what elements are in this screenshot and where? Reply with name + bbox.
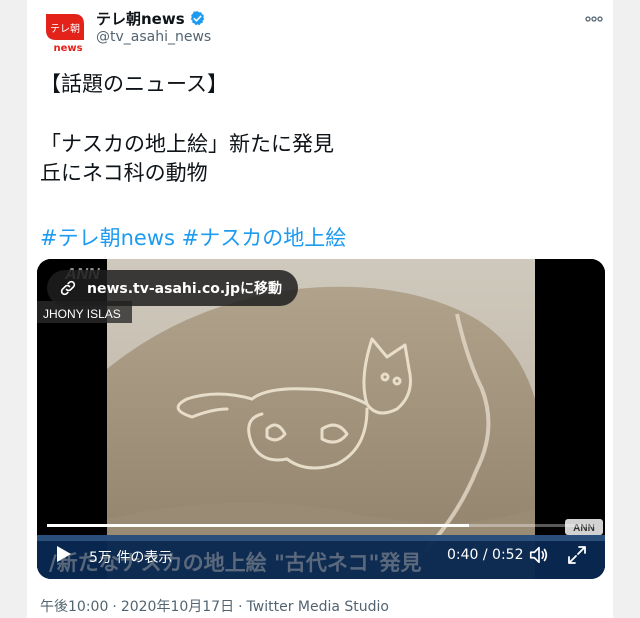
external-link-label: news.tv-asahi.co.jpに移動 (87, 281, 283, 297)
fullscreen-icon[interactable] (567, 545, 587, 565)
external-link-button[interactable]: news.tv-asahi.co.jpに移動 (47, 270, 299, 306)
avatar-text-bottom: news (53, 43, 82, 54)
verified-badge-icon (190, 11, 204, 26)
tweet-text-line-1: 【話題のニュース】 (40, 72, 228, 96)
author-display-name: テレ朝news (96, 10, 185, 28)
video-progress-fill (47, 524, 469, 527)
video-credit: JHONY ISLAS (43, 307, 121, 321)
avatar[interactable]: テレ朝 news (40, 8, 88, 56)
author-handle[interactable]: @tv_asahi_news (96, 29, 211, 45)
video-frame: ANN JHONY ISLAS ANN /新たなナスカの地上絵 "古代ネコ"発見 (37, 259, 605, 579)
tweet-source[interactable]: Twitter Media Studio (247, 599, 389, 615)
tweet-date[interactable]: 2020年10月17日 (121, 599, 234, 615)
hashtag-tv-asahi-news[interactable]: #テレ朝news (40, 226, 175, 250)
hashtag-nazca-lines[interactable]: #ナスカの地上絵 (182, 226, 347, 250)
author-name[interactable]: テレ朝news (96, 8, 206, 29)
play-icon[interactable] (53, 544, 73, 564)
more-options-icon[interactable] (585, 6, 603, 27)
tweet-text-line-3: 丘にネコ科の動物 (40, 161, 208, 185)
link-icon (60, 280, 76, 296)
video-time: 0:40 / 0:52 (447, 547, 524, 563)
view-count: 5万 件の表示 (89, 550, 173, 566)
tweet-time[interactable]: 午後10:00 (40, 599, 108, 615)
tweet-text-line-2: 「ナスカの地上絵」新たに発見 (40, 132, 334, 156)
video-progress-bar[interactable] (47, 524, 595, 527)
video-player[interactable]: ANN JHONY ISLAS ANN /新たなナスカの地上絵 "古代ネコ"発見… (37, 259, 605, 579)
avatar-text-top: テレ朝 (50, 23, 80, 35)
tweet-meta: 午後10:00 · 2020年10月17日 · Twitter Media Studio (40, 599, 389, 615)
hashtags: #テレ朝news #ナスカの地上絵 (40, 222, 346, 252)
volume-icon[interactable] (528, 544, 550, 566)
